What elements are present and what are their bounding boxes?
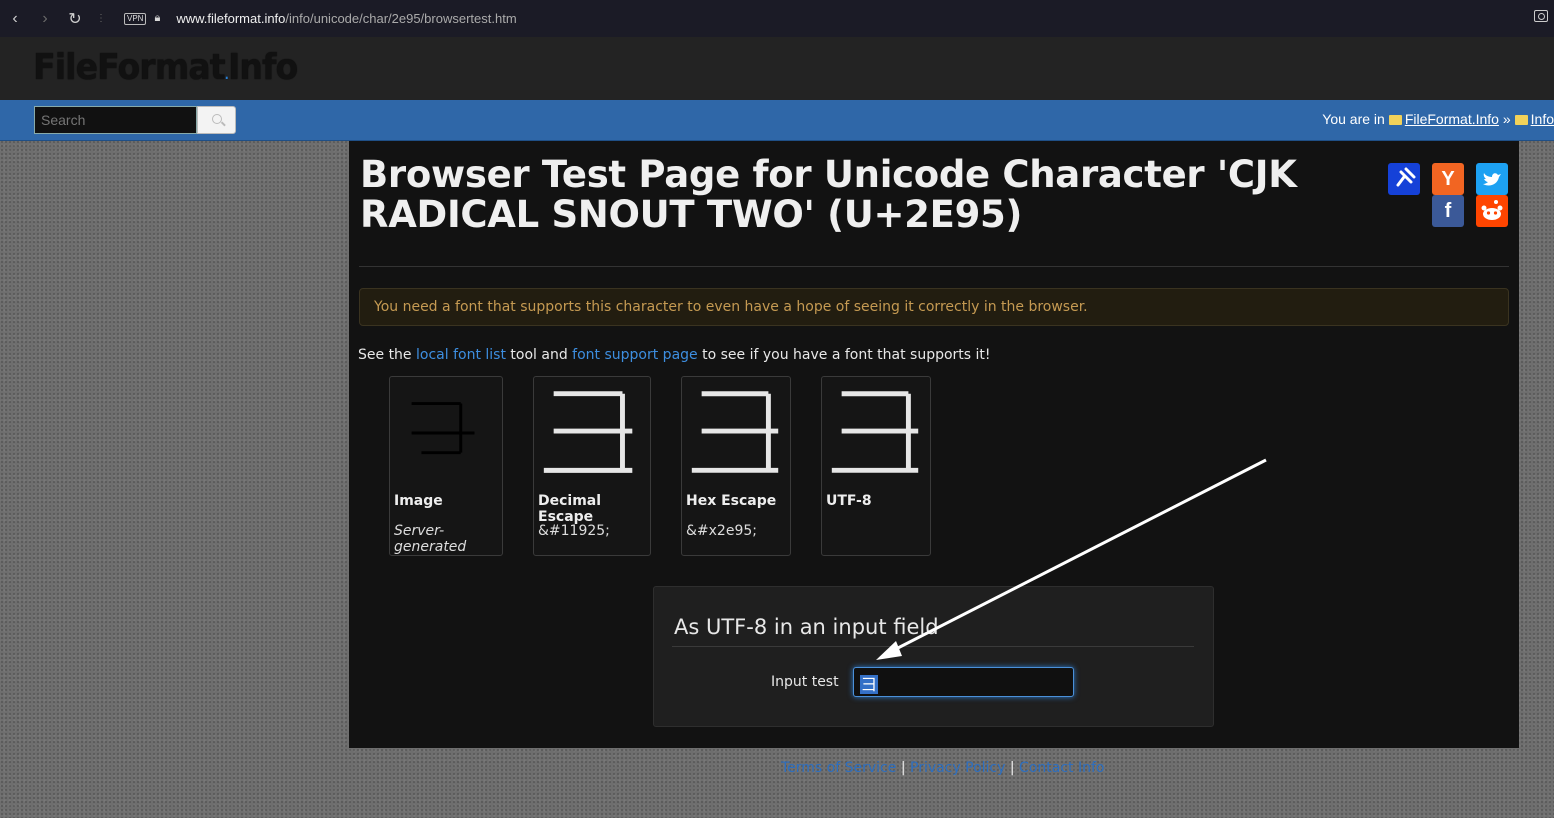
- back-icon[interactable]: ‹: [0, 10, 30, 28]
- font-help-line: See the local font list tool and font su…: [358, 347, 991, 363]
- input-test-label: Input test: [771, 674, 839, 690]
- breadcrumb: You are in FileFormat.Info » Info: [1322, 111, 1554, 127]
- search-input[interactable]: [34, 106, 197, 134]
- card-hex-escape: Hex Escape &#x2e95;: [681, 376, 791, 556]
- hacker-news-button[interactable]: Y: [1432, 163, 1464, 195]
- camera-icon[interactable]: [1534, 10, 1548, 22]
- url-path: /info/unicode/char/2e95/browsertest.htm: [285, 11, 517, 26]
- card-sub: &#x2e95;: [686, 523, 757, 539]
- input-field-panel: As UTF-8 in an input field Input test ⺕: [653, 586, 1214, 727]
- footer-separator: |: [1009, 760, 1015, 776]
- form-divider: [672, 646, 1194, 647]
- main-panel: Browser Test Page for Unicode Character …: [349, 141, 1519, 748]
- breadcrumb-link-info[interactable]: Info: [1531, 111, 1554, 127]
- toolbar-separator: ⋮: [96, 13, 106, 24]
- card-sub: Server-generated: [394, 523, 467, 555]
- navbar: You are in FileFormat.Info » Info: [0, 100, 1554, 141]
- lock-icon[interactable]: 🔒︎: [154, 12, 160, 25]
- footer: Terms of Service | Privacy Policy | Cont…: [781, 760, 1104, 776]
- search-icon: [212, 114, 222, 124]
- card-image: Image Server-generated: [389, 376, 503, 556]
- card-utf8: UTF-8: [821, 376, 931, 556]
- url-host: www.fileformat.info: [176, 11, 286, 26]
- browser-toolbar: ‹ › ↻ ⋮ VPN 🔒︎ www.fileformat.info/info/…: [0, 0, 1554, 37]
- forward-icon[interactable]: ›: [30, 10, 60, 28]
- font-support-page-link[interactable]: font support page: [572, 347, 697, 363]
- breadcrumb-prefix: You are in: [1322, 111, 1385, 127]
- page-title: Browser Test Page for Unicode Character …: [360, 153, 1297, 236]
- form-title: As UTF-8 in an input field: [674, 615, 939, 639]
- reload-icon[interactable]: ↻: [60, 9, 90, 29]
- facebook-button[interactable]: f: [1432, 195, 1464, 227]
- font-warning-alert: You need a font that supports this chara…: [359, 288, 1509, 326]
- contact-link[interactable]: Contact Info: [1019, 760, 1104, 776]
- privacy-link[interactable]: Privacy Policy: [910, 760, 1005, 776]
- title-divider: [359, 266, 1509, 267]
- card-label: Hex Escape: [686, 493, 777, 509]
- twitter-button[interactable]: [1476, 163, 1508, 195]
- vpn-badge[interactable]: VPN: [124, 12, 147, 25]
- breadcrumb-link-home[interactable]: FileFormat.Info: [1405, 111, 1499, 127]
- pin-icon: [1396, 167, 1416, 187]
- hex-glyph: [691, 391, 779, 473]
- terms-link[interactable]: Terms of Service: [781, 760, 896, 776]
- input-test-field[interactable]: ⺕: [853, 667, 1074, 697]
- reddit-button[interactable]: [1476, 195, 1508, 227]
- footer-separator: |: [900, 760, 906, 776]
- card-sub: &#11925;: [538, 523, 610, 539]
- pinboard-button[interactable]: [1388, 163, 1420, 195]
- server-glyph-image: [411, 402, 475, 455]
- folder-icon: [1388, 115, 1402, 125]
- card-decimal-escape: Decimal Escape &#11925;: [533, 376, 651, 556]
- address-bar[interactable]: www.fileformat.info/info/unicode/char/2e…: [176, 11, 516, 26]
- local-font-list-link[interactable]: local font list: [416, 347, 506, 363]
- decimal-glyph: [543, 391, 633, 473]
- reddit-icon: [1481, 200, 1503, 220]
- search-button[interactable]: [197, 106, 236, 134]
- site-header: FileFormat.Info: [0, 37, 1554, 100]
- site-logo[interactable]: FileFormat.Info: [33, 47, 298, 88]
- breadcrumb-separator: »: [1502, 111, 1511, 127]
- card-label: Decimal Escape: [538, 493, 602, 525]
- folder-icon: [1514, 115, 1528, 125]
- input-test-value: ⺕: [860, 675, 879, 694]
- card-label: UTF-8: [826, 493, 872, 509]
- card-label: Image: [394, 493, 443, 509]
- twitter-icon: [1483, 173, 1501, 186]
- utf8-glyph: [831, 391, 919, 473]
